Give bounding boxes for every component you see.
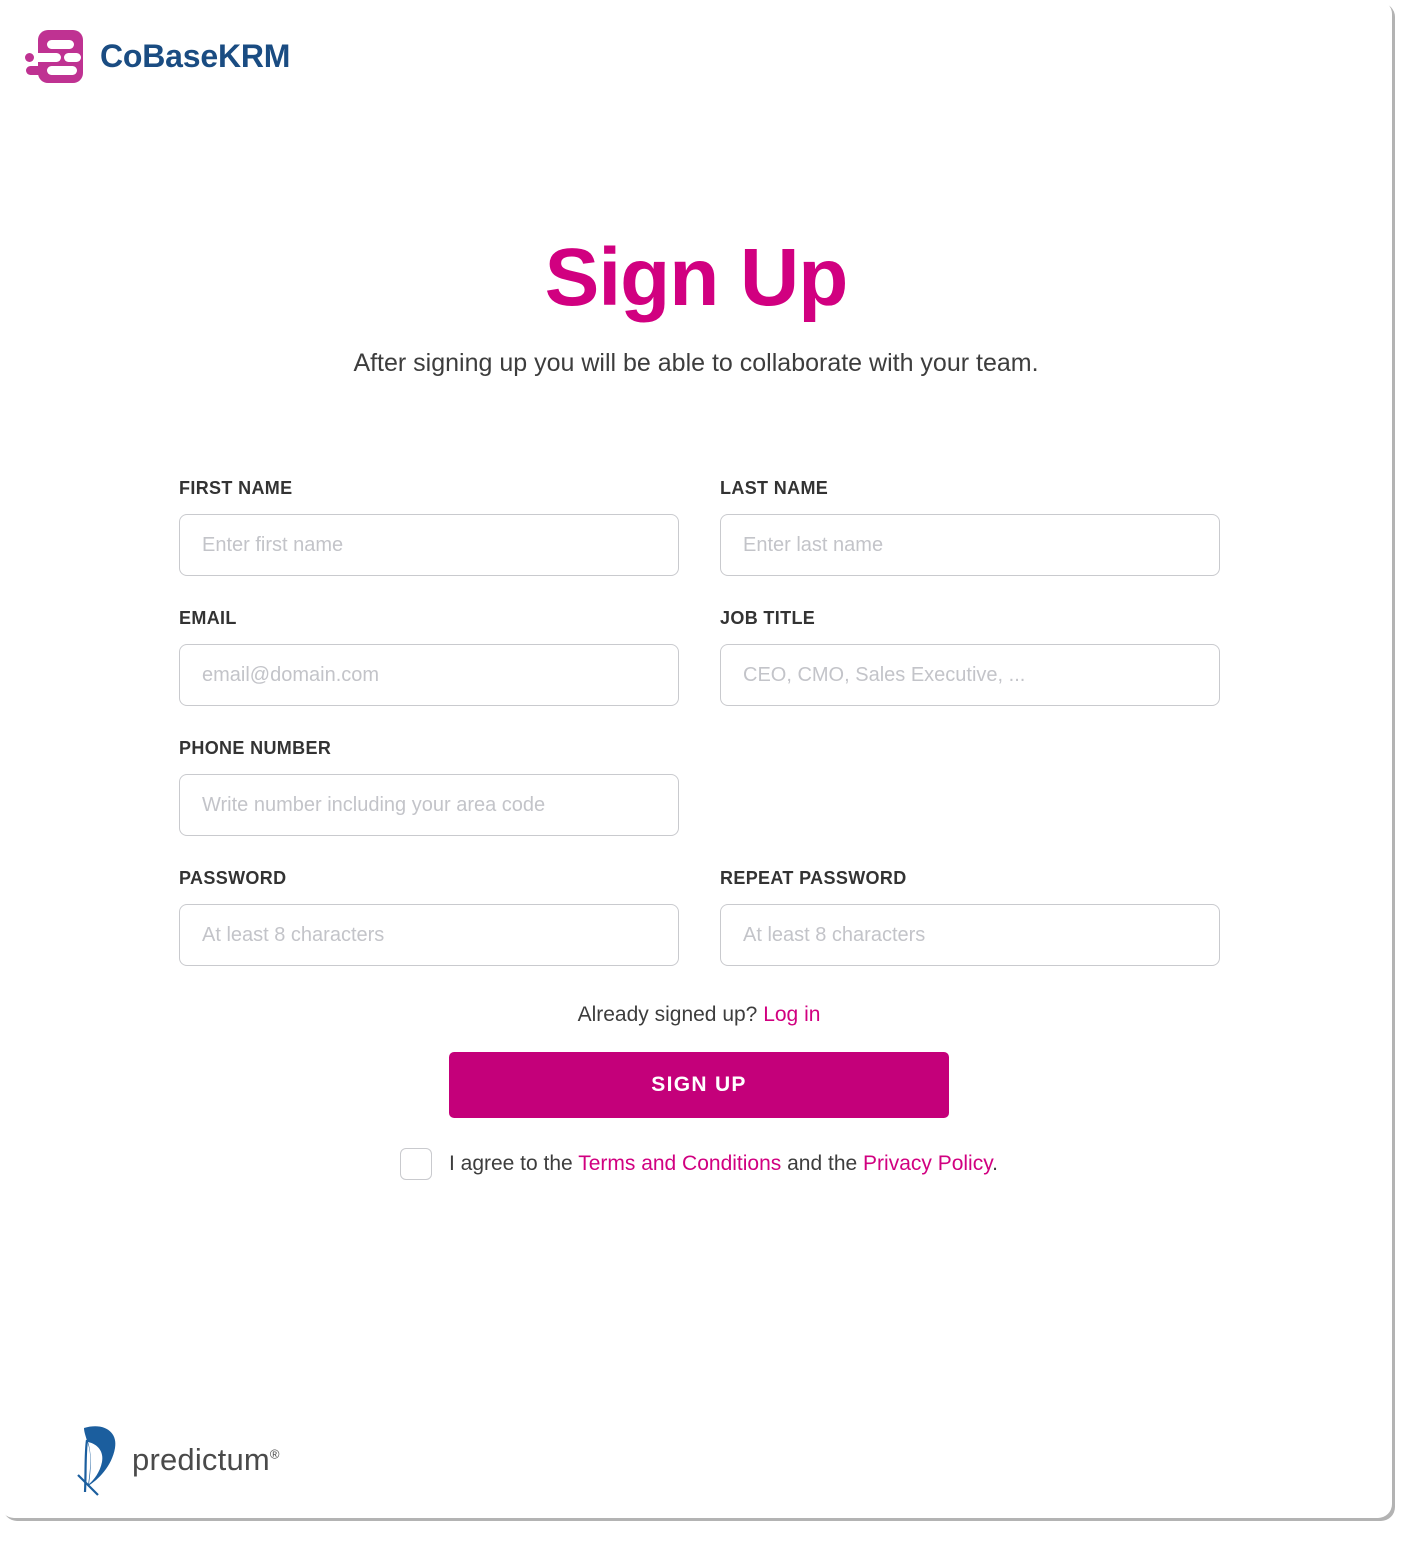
label-last-name: LAST NAME — [720, 478, 829, 498]
job-title-input[interactable] — [720, 644, 1220, 706]
terms-and-conditions-link[interactable]: Terms and Conditions — [578, 1152, 781, 1175]
page-subtitle: After signing up you will be able to col… — [353, 349, 1039, 377]
label-job-title: JOB TITLE — [720, 608, 816, 628]
last-name-input[interactable] — [720, 514, 1220, 576]
brand-header[interactable]: CoBaseKRM — [22, 26, 290, 87]
cobase-document-speed-icon — [22, 26, 83, 87]
registered-mark: ® — [269, 1446, 280, 1462]
terms-suffix: . — [992, 1152, 999, 1175]
form-actions: Already signed up? Log in SIGN UP I agre… — [179, 1003, 1219, 1180]
label-password: PASSWORD — [179, 868, 287, 888]
phone-number-input[interactable] — [179, 774, 679, 836]
label-repeat-password: REPEAT PASSWORD — [720, 868, 907, 888]
page-title: Sign Up — [544, 232, 849, 323]
terms-text: I agree to the Terms and Conditions and … — [449, 1152, 998, 1176]
hero-section: Sign Up After signing up you will be abl… — [0, 232, 1392, 380]
brand-name: CoBaseKRM — [100, 38, 291, 74]
field-job-title: JOB TITLE — [720, 608, 1220, 706]
field-password: PASSWORD — [179, 868, 679, 966]
login-prompt-text: Already signed up? — [577, 1003, 758, 1026]
footer-brand-text: predictum — [132, 1442, 270, 1477]
form-grid: FIRST NAME LAST NAME EMAIL JOB TITLE PHO — [179, 478, 1220, 998]
page-surface: CoBaseKRM Sign Up After signing up you w… — [0, 0, 1392, 1518]
app-window: CoBaseKRM Sign Up After signing up you w… — [0, 0, 1416, 1542]
login-prompt: Already signed up? Log in — [179, 1003, 1219, 1027]
first-name-input[interactable] — [179, 514, 679, 576]
signup-form: FIRST NAME LAST NAME EMAIL JOB TITLE PHO — [179, 478, 1220, 1180]
signup-button[interactable]: SIGN UP — [449, 1052, 949, 1118]
field-last-name: LAST NAME — [720, 478, 1220, 576]
terms-middle: and the — [781, 1152, 864, 1175]
password-input[interactable] — [179, 904, 679, 966]
predictum-leaf-icon — [74, 1422, 120, 1498]
label-email: EMAIL — [179, 608, 237, 628]
terms-prefix: I agree to the — [448, 1152, 579, 1175]
field-phone-number: PHONE NUMBER — [179, 738, 679, 836]
email-input[interactable] — [179, 644, 679, 706]
field-first-name: FIRST NAME — [179, 478, 679, 576]
terms-checkbox[interactable] — [399, 1148, 432, 1180]
field-email: EMAIL — [179, 608, 679, 706]
footer-brand: predictum® — [74, 1422, 280, 1498]
label-phone-number: PHONE NUMBER — [179, 738, 332, 758]
field-repeat-password: REPEAT PASSWORD — [720, 868, 1220, 966]
footer-brand-name: predictum® — [132, 1442, 280, 1478]
privacy-policy-link[interactable]: Privacy Policy — [863, 1152, 992, 1175]
terms-row: I agree to the Terms and Conditions and … — [179, 1148, 1219, 1180]
login-link[interactable]: Log in — [763, 1003, 820, 1026]
repeat-password-input[interactable] — [720, 904, 1220, 966]
label-first-name: FIRST NAME — [179, 478, 293, 498]
